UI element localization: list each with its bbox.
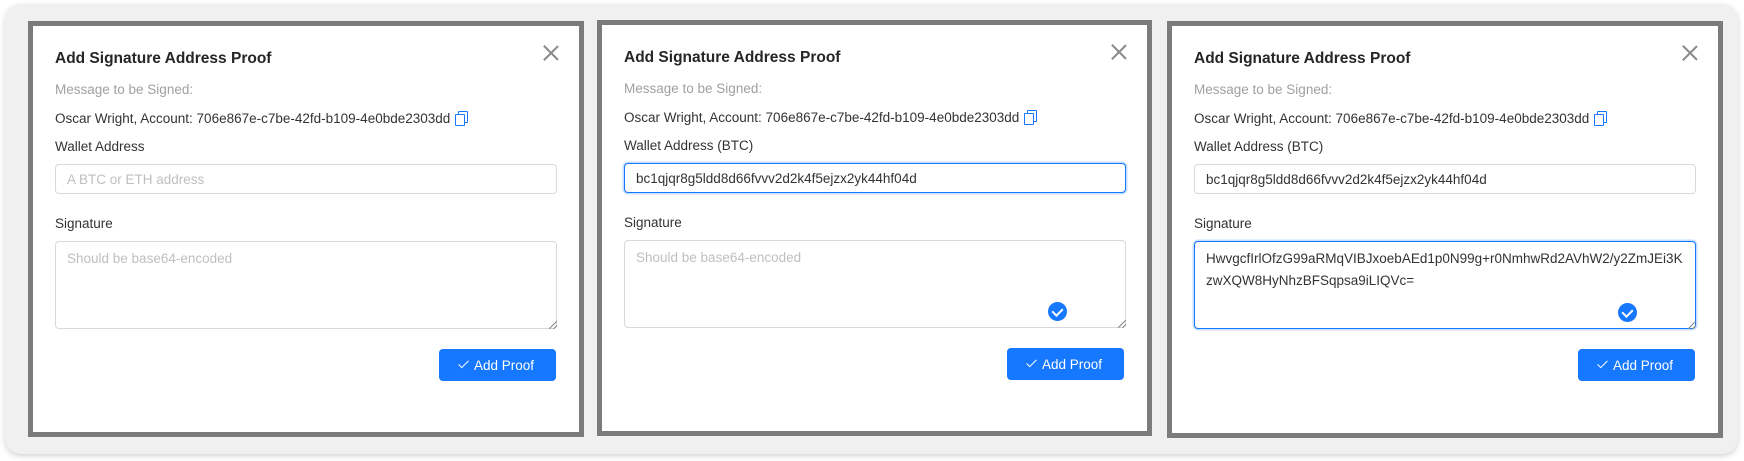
message-value: Oscar Wright, Account: 706e867e-c7be-42f… (1194, 111, 1590, 126)
verified-check-icon (1048, 302, 1067, 321)
wallet-address-label: Wallet Address (BTC) (624, 138, 754, 153)
verified-check-icon (1618, 303, 1637, 322)
dialog-title: Add Signature Address Proof (624, 49, 841, 66)
message-text: Oscar Wright, Account: 706e867e-c7be-42f… (1194, 111, 1608, 126)
close-icon[interactable] (542, 44, 560, 62)
check-icon (1597, 357, 1608, 369)
add-proof-dialog-empty: Add Signature Address Proof Message to b… (28, 21, 584, 437)
signature-textarea[interactable] (55, 241, 557, 329)
close-icon[interactable] (1110, 43, 1128, 61)
message-value: Oscar Wright, Account: 706e867e-c7be-42f… (624, 110, 1020, 125)
add-proof-dialog-wallet-filled: Add Signature Address Proof Message to b… (597, 20, 1152, 436)
signature-label: Signature (55, 216, 113, 231)
add-proof-label: Add Proof (1041, 356, 1103, 372)
wallet-address-input[interactable] (55, 164, 557, 194)
message-value: Oscar Wright, Account: 706e867e-c7be-42f… (55, 111, 451, 126)
add-proof-button[interactable]: Add Proof (1007, 348, 1124, 380)
check-icon (1026, 356, 1037, 368)
resize-handle-icon[interactable] (549, 321, 557, 329)
resize-handle-icon[interactable] (1118, 320, 1126, 328)
message-text: Oscar Wright, Account: 706e867e-c7be-42f… (55, 111, 469, 126)
message-label: Message to be Signed: (1194, 82, 1333, 97)
dialog-title: Add Signature Address Proof (1194, 50, 1411, 67)
check-icon (458, 357, 469, 369)
wallet-address-label: Wallet Address (55, 139, 145, 154)
close-icon[interactable] (1681, 44, 1699, 62)
add-proof-button[interactable]: Add Proof (439, 349, 556, 381)
add-proof-label: Add Proof (1612, 357, 1674, 373)
screenshot-background: Add Signature Address Proof Message to b… (5, 4, 1738, 454)
wallet-address-input[interactable] (1194, 164, 1696, 194)
message-label: Message to be Signed: (624, 81, 763, 96)
signature-label: Signature (624, 215, 682, 230)
signature-label: Signature (1194, 216, 1252, 231)
wallet-address-input[interactable] (624, 163, 1126, 193)
wallet-address-label: Wallet Address (BTC) (1194, 139, 1324, 154)
copy-icon[interactable] (1594, 111, 1608, 126)
copy-icon[interactable] (455, 111, 469, 126)
resize-handle-icon[interactable] (1688, 321, 1696, 329)
copy-icon[interactable] (1024, 110, 1038, 125)
message-text: Oscar Wright, Account: 706e867e-c7be-42f… (624, 110, 1038, 125)
add-proof-button[interactable]: Add Proof (1578, 349, 1695, 381)
add-proof-label: Add Proof (473, 357, 535, 373)
add-proof-dialog-complete: Add Signature Address Proof Message to b… (1167, 21, 1723, 438)
dialog-title: Add Signature Address Proof (55, 50, 272, 67)
message-label: Message to be Signed: (55, 82, 194, 97)
